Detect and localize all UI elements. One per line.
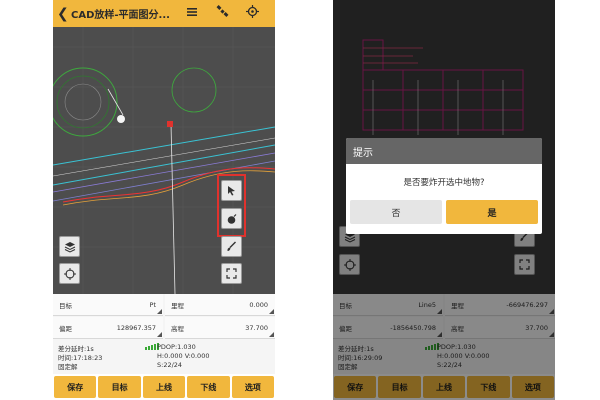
options-button[interactable]: 选项 — [231, 376, 275, 398]
field-label: 偏距 — [59, 324, 72, 333]
field-label: 目标 — [59, 301, 72, 310]
pdop-text: PDOP:1.030 — [157, 343, 196, 351]
yes-button[interactable]: 是 — [446, 200, 538, 224]
field-value: 0.000 — [249, 300, 268, 309]
highlight-box — [217, 174, 246, 237]
dropdown-triangle-icon — [157, 332, 162, 337]
dropdown-triangle-icon — [269, 309, 274, 314]
satellite-count: S:22/24 — [157, 361, 183, 369]
hv-precision: H:0.000 V:0.000 — [157, 352, 210, 360]
dropdown-triangle-icon — [157, 309, 162, 314]
expand-icon — [226, 268, 237, 279]
layers-button[interactable] — [59, 236, 80, 257]
field-label: 高程 — [171, 324, 184, 333]
page-title: CAD放样-平面图分... — [71, 10, 170, 21]
save-button[interactable]: 保存 — [54, 376, 97, 398]
offset-field[interactable]: 偏距 128967.357 — [53, 317, 163, 339]
target-field[interactable]: 目标 Pt — [53, 294, 163, 316]
solution-status: 固定解 — [58, 363, 78, 371]
locate-button[interactable] — [59, 263, 80, 284]
gps-target-icon[interactable] — [237, 5, 267, 22]
info-panel: 目标 Pt 里程 0.000 偏距 128967.357 高程 37.700 差… — [53, 294, 275, 374]
field-label: 里程 — [171, 301, 184, 310]
fullscreen-button[interactable] — [221, 263, 242, 284]
no-button[interactable]: 否 — [350, 200, 442, 224]
back-arrow-icon[interactable]: ❮ — [57, 6, 71, 22]
app-header: ❮ CAD放样-平面图分... — [53, 0, 275, 27]
dialog-buttons: 否 是 — [346, 200, 542, 224]
menu-list-icon[interactable] — [177, 6, 207, 22]
left-screen: ❮ CAD放样-平面图分... 目标 Pt 里程 0.000 偏距 128967… — [53, 0, 275, 400]
mileage-field[interactable]: 里程 0.000 — [165, 294, 275, 316]
dialog-message: 是否要炸开选中地物? — [403, 178, 485, 188]
confirm-dialog: 提示 是否要炸开选中地物? 否 是 — [346, 138, 542, 234]
layers-icon — [64, 241, 75, 253]
field-value: 128967.357 — [116, 323, 156, 332]
field-value: 37.700 — [245, 323, 268, 332]
dialog-title: 提示 — [346, 138, 542, 164]
line-up-button[interactable]: 上线 — [142, 376, 186, 398]
target-button[interactable]: 目标 — [98, 376, 141, 398]
elevation-field[interactable]: 高程 37.700 — [165, 317, 275, 339]
crosshair-icon — [63, 267, 76, 280]
field-value: Pt — [149, 300, 156, 309]
satellite-icon[interactable] — [207, 5, 237, 22]
line-down-button[interactable]: 下线 — [187, 376, 230, 398]
dropdown-triangle-icon — [269, 332, 274, 337]
right-screen: 目标 Line5 里程 -669476.297 偏距 -1856450.798 … — [333, 0, 555, 400]
brush-icon — [227, 241, 236, 251]
bottom-toolbar: 保存 目标 上线 下线 选项 — [53, 374, 275, 400]
cad-map-canvas[interactable] — [53, 27, 275, 294]
brush-button[interactable] — [221, 236, 242, 257]
